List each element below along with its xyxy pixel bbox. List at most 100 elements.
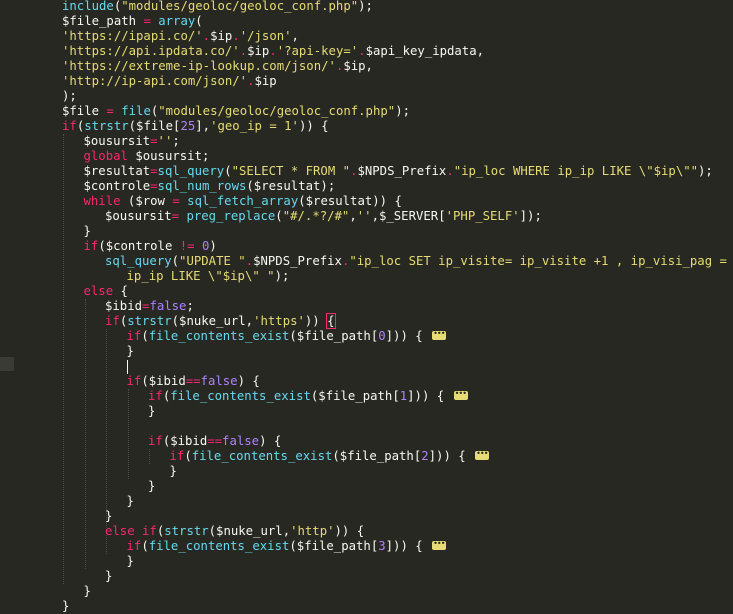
code-token: 'https://extreme-ip-lookup.com/json/' [62, 59, 336, 73]
code-token: false [222, 434, 260, 448]
code-token: . [232, 29, 240, 43]
code-line[interactable]: $ousursit= preg_replace("#/.*?/#",'',$_S… [105, 209, 542, 224]
code-token: $NPDS_Prefix [253, 254, 342, 268]
code-line[interactable]: } [105, 509, 112, 524]
fold-ellipsis-icon[interactable] [432, 327, 447, 341]
code-line[interactable]: } [170, 464, 177, 479]
code-token: ($ibid [162, 434, 208, 448]
code-token: != [179, 239, 195, 253]
code-token: preg_replace [179, 209, 276, 223]
code-token: $file_path [62, 14, 144, 28]
code-token: . [202, 29, 211, 43]
code-line[interactable]: } [84, 224, 91, 239]
code-token: else [83, 284, 114, 298]
code-token: "ip_loc WHERE ip_ip LIKE \"$ip\"" [453, 164, 699, 178]
code-token: sql_fetch_array [179, 194, 299, 208]
code-token: ($ibid [141, 374, 186, 388]
code-line[interactable]: } [127, 344, 134, 359]
code-token: $ip [210, 29, 233, 43]
code-line[interactable]: } [148, 479, 155, 494]
code-token: ) { [237, 374, 260, 388]
code-line[interactable]: if(file_contents_exist($file_path[1])) { [148, 387, 468, 404]
code-token: ) [209, 239, 217, 253]
code-token: '?api-key=' [276, 44, 359, 58]
code-token: sql_query [157, 164, 225, 178]
code-token: ])) { [385, 539, 423, 553]
code-line[interactable]: sql_query("UPDATE ".$NPDS_Prefix."ip_loc… [105, 254, 733, 269]
code-token: '' [157, 134, 173, 148]
code-line[interactable]: $ibid=false; [105, 299, 194, 314]
code-token: ($file_path[ [310, 389, 400, 403]
code-token: 'geo_ip = 1' [210, 119, 299, 133]
code-line[interactable]: ip_ip LIKE \"$ip\" "); [127, 269, 290, 284]
code-line[interactable]: if(file_contents_exist($file_path[2])) { [170, 447, 490, 464]
code-line[interactable]: ); [62, 89, 77, 104]
code-token: = [171, 209, 180, 223]
code-token: ip_ip LIKE \"$ip\" " [126, 269, 275, 283]
code-line[interactable]: else { [84, 284, 128, 299]
code-line[interactable]: if($ibid==false) { [148, 434, 281, 449]
code-token: $ip, [343, 59, 373, 73]
code-line[interactable] [126, 359, 128, 374]
code-token: ); [62, 89, 77, 103]
code-token: ($nuke_url, [208, 524, 291, 538]
code-line[interactable]: } [148, 404, 155, 419]
code-line[interactable]: } [105, 569, 112, 584]
code-line[interactable]: if(strstr($nuke_url,'https')) { [105, 313, 336, 329]
code-token: } [126, 494, 134, 508]
code-token: if [126, 539, 142, 553]
code-line[interactable]: } [84, 584, 91, 599]
code-line[interactable]: while ($row = sql_fetch_array($resultat)… [84, 194, 402, 209]
code-token: $ousursit [83, 134, 151, 148]
code-line[interactable]: if(file_contents_exist($file_path[0])) { [126, 327, 447, 344]
code-editor[interactable]: include("modules/geoloc/geoloc_conf.php"… [0, 0, 733, 614]
text-cursor [126, 359, 128, 374]
fold-ellipsis-icon[interactable] [432, 537, 447, 551]
code-token: "UPDATE " [179, 254, 246, 268]
code-token: sql_query [105, 254, 172, 268]
code-token: $ip [247, 44, 270, 58]
code-token: ( [184, 449, 192, 463]
code-token: ($file_path[ [289, 539, 379, 553]
code-token: ; [186, 299, 194, 313]
code-line[interactable]: 'https://ipapi.co/'.$ip.'/json', [62, 29, 299, 44]
code-token: sql_num_rows [157, 179, 247, 193]
code-token: if [126, 329, 142, 343]
code-line[interactable]: if(strstr($file[25],'geo_ip = 1')) { [62, 119, 329, 134]
indent-guide [149, 449, 150, 464]
fold-ellipsis-icon[interactable] [475, 447, 490, 461]
code-line[interactable]: if($ibid==false) { [127, 374, 260, 389]
code-line[interactable]: if($controle != 0) [84, 239, 217, 254]
code-line[interactable]: $resultat=sql_query("SELECT * FROM ".$NP… [84, 164, 713, 179]
code-line[interactable]: 'https://api.ipdata.co/'.$ip.'?api-key='… [62, 44, 484, 59]
code-token: ($row [120, 194, 173, 208]
code-line[interactable]: 'http://ip-api.com/json/'.$ip [62, 74, 277, 89]
code-line[interactable]: $file = file("modules/geoloc/geoloc_conf… [62, 104, 410, 119]
code-token: $resultat [83, 164, 151, 178]
code-token: $ip [254, 74, 277, 88]
code-token: if [126, 374, 142, 388]
code-line[interactable]: } [127, 554, 134, 569]
code-token: array [150, 14, 196, 28]
code-line[interactable]: $file_path = array( [62, 14, 203, 29]
code-line[interactable]: if(file_contents_exist($file_path[3])) { [126, 537, 447, 554]
code-line[interactable]: else if(strstr($nuke_url,'http')) { [105, 524, 364, 539]
code-line[interactable]: $controle=sql_num_rows($resultat); [84, 179, 336, 194]
fold-ellipsis-icon[interactable] [453, 387, 468, 401]
code-line[interactable]: 'https://extreme-ip-lookup.com/json/'.$i… [62, 59, 373, 74]
code-token: } [126, 554, 134, 568]
code-token: 2 [421, 449, 429, 463]
code-token: } [126, 344, 134, 358]
code-line[interactable]: include("modules/geoloc/geoloc_conf.php"… [62, 0, 373, 14]
code-token: while [83, 194, 121, 208]
code-line[interactable]: global $ousursit; [84, 149, 210, 164]
code-area[interactable]: include("modules/geoloc/geoloc_conf.php"… [0, 0, 733, 614]
code-token: ])) { [385, 329, 423, 343]
code-token: } [169, 464, 177, 478]
code-token: if [148, 389, 163, 403]
code-line[interactable]: } [127, 494, 134, 509]
code-token: ], [195, 119, 211, 133]
code-line[interactable]: $ousursit=''; [84, 134, 180, 149]
code-line[interactable]: } [62, 599, 69, 614]
